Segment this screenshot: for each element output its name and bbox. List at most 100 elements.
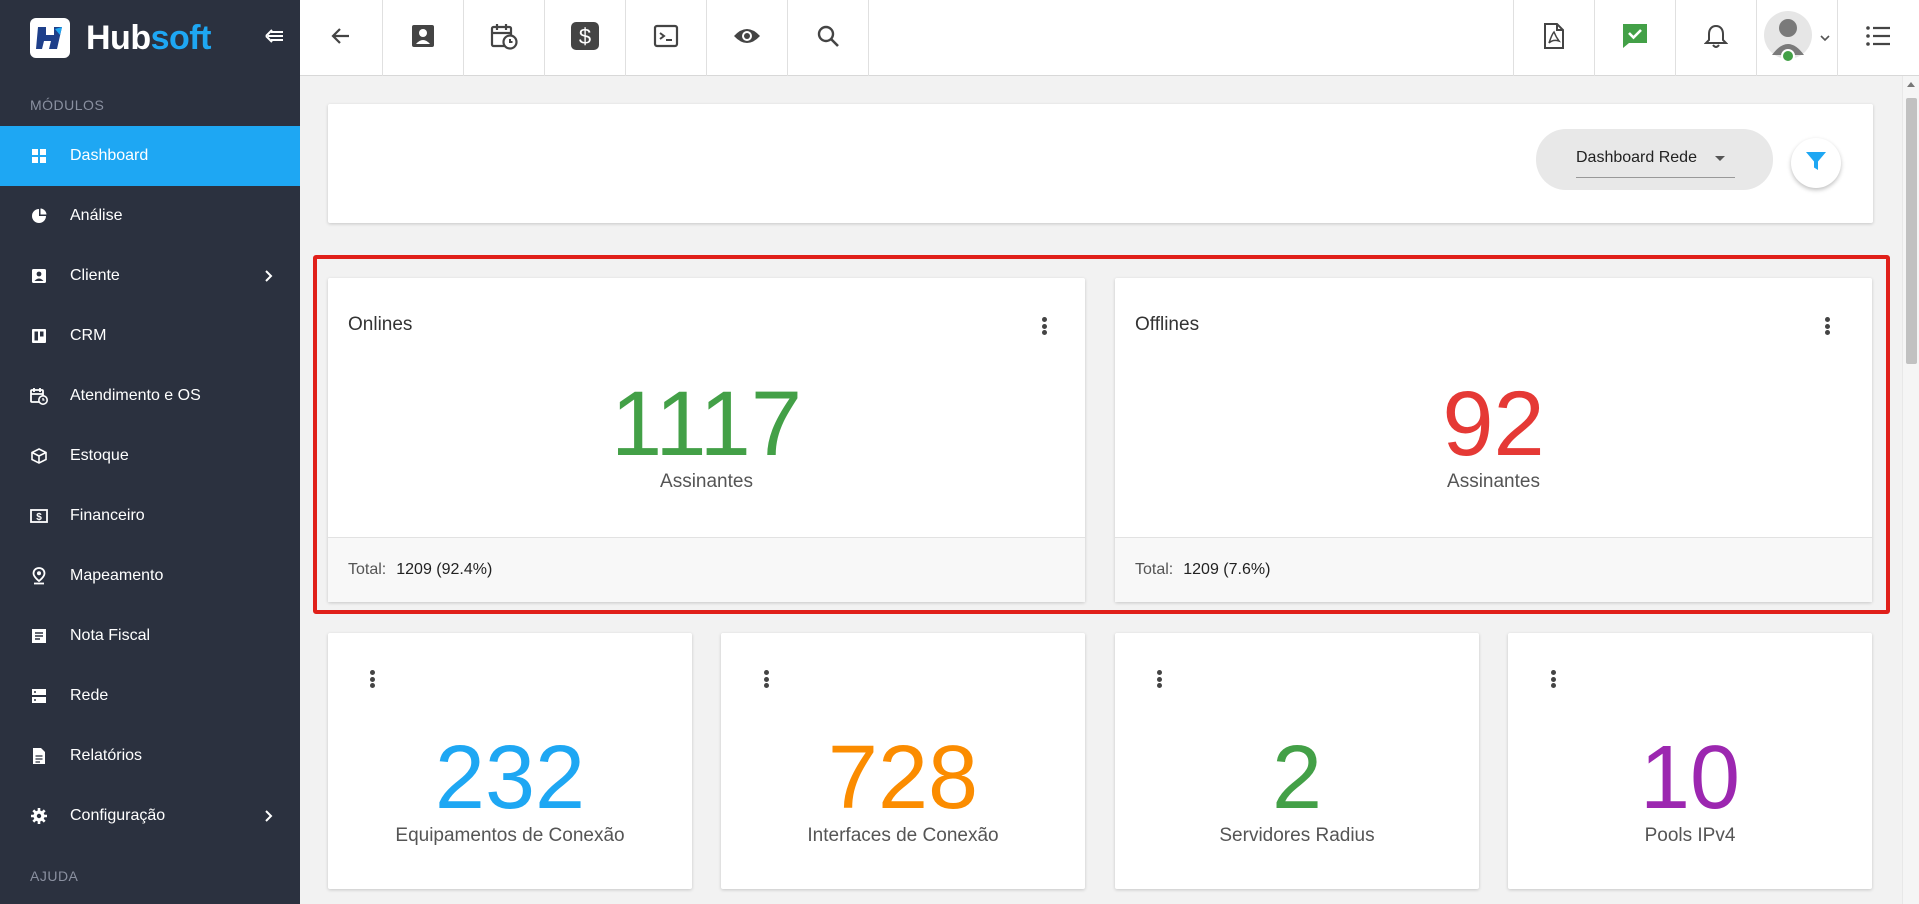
tasks-button[interactable] <box>1594 0 1675 76</box>
select-underline <box>1576 177 1735 178</box>
highlight-box <box>313 255 1890 614</box>
radius-servers-card: 2 Servidores Radius <box>1115 633 1479 889</box>
sidebar-item-label: Cliente <box>70 267 120 284</box>
ipv4-pools-card: 10 Pools IPv4 <box>1508 633 1872 889</box>
search-icon <box>816 24 840 53</box>
sidebar-item-mapeamento[interactable]: Mapeamento <box>0 546 300 606</box>
back-arrow-icon <box>329 24 353 53</box>
scroll-up-arrow-icon[interactable] <box>1907 82 1915 87</box>
brand[interactable]: Hubsoft <box>0 0 300 76</box>
more-options-icon[interactable] <box>1149 667 1169 691</box>
sidebar-item-label: Nota Fiscal <box>70 627 151 644</box>
chevron-right-icon <box>260 268 276 284</box>
sidebar-item-nota-fiscal[interactable]: Nota Fiscal <box>0 606 300 666</box>
map-pin-icon <box>30 567 48 585</box>
section-modulos-label: MÓDULOS <box>30 97 105 113</box>
collapse-sidebar-icon[interactable] <box>262 24 286 48</box>
sidebar-item-label: Relatórios <box>70 747 143 764</box>
cube-icon <box>30 447 48 465</box>
sidebar-item-crm[interactable]: CRM <box>0 306 300 366</box>
notifications-button[interactable] <box>1675 0 1756 76</box>
dashboard-filter-card: Dashboard Rede <box>328 104 1873 223</box>
contact-card-icon <box>30 267 48 285</box>
pools-count: 10 <box>1639 728 1741 828</box>
equipment-label: Equipamentos de Conexão <box>395 825 625 846</box>
sidebar-item-configuracao[interactable]: Configuração <box>0 786 300 846</box>
topbar: $ <box>300 0 1919 76</box>
dashboard-icon <box>30 147 48 165</box>
terminal-shortcut-button[interactable] <box>626 0 707 76</box>
brand-name: Hubsoft <box>86 19 211 58</box>
document-icon <box>30 747 48 765</box>
svg-text:$: $ <box>36 512 42 523</box>
terminal-icon <box>653 23 679 54</box>
sidebar: Hubsoft MÓDULOS Dashboard Análise Client… <box>0 0 300 904</box>
sidebar-item-label: Mapeamento <box>70 567 164 584</box>
section-ajuda-label: AJUDA <box>30 868 79 884</box>
brand-name-soft: soft <box>150 18 212 57</box>
clients-shortcut-button[interactable] <box>383 0 464 76</box>
gear-icon <box>30 807 48 825</box>
svg-text:$: $ <box>579 24 591 49</box>
options-menu-button[interactable] <box>1837 0 1918 76</box>
filter-funnel-icon <box>1804 149 1828 178</box>
radius-label: Servidores Radius <box>1219 825 1375 846</box>
user-avatar <box>1764 9 1816 68</box>
trello-board-icon <box>30 327 48 345</box>
receipt-icon <box>30 627 48 645</box>
sidebar-item-estoque[interactable]: Estoque <box>0 426 300 486</box>
brand-name-hub: Hub <box>86 18 151 57</box>
list-icon <box>1865 25 1891 52</box>
sidebar-item-cliente[interactable]: Cliente <box>0 246 300 306</box>
pdf-button[interactable] <box>1513 0 1594 76</box>
interfaces-label: Interfaces de Conexão <box>807 825 999 846</box>
search-button[interactable] <box>788 0 869 76</box>
more-options-icon[interactable] <box>1543 667 1563 691</box>
sidebar-item-atendimento[interactable]: Atendimento e OS <box>0 366 300 426</box>
sidebar-item-financeiro[interactable]: $ Financeiro <box>0 486 300 546</box>
bell-icon <box>1703 23 1729 54</box>
eye-icon <box>733 26 761 51</box>
view-shortcut-button[interactable] <box>707 0 788 76</box>
calendar-clock-icon <box>490 22 518 55</box>
sidebar-item-label: Dashboard <box>70 147 149 164</box>
financial-shortcut-button[interactable]: $ <box>545 0 626 76</box>
chevron-down-icon <box>1820 29 1830 47</box>
pdf-icon <box>1543 22 1565 54</box>
connection-interfaces-card: 728 Interfaces de Conexão <box>721 633 1085 889</box>
sidebar-item-label: Rede <box>70 687 109 704</box>
sidebar-menu: Dashboard Análise Cliente CRM Atendiment… <box>0 126 300 846</box>
schedule-shortcut-button[interactable] <box>464 0 545 76</box>
pie-chart-icon <box>30 207 48 225</box>
connection-equipment-card: 232 Equipamentos de Conexão <box>328 633 692 889</box>
contact-card-icon <box>410 23 436 54</box>
filter-button[interactable] <box>1791 138 1841 188</box>
check-message-icon <box>1621 22 1649 55</box>
scroll-thumb[interactable] <box>1906 98 1917 364</box>
sidebar-item-label: Análise <box>70 207 123 224</box>
caret-down-icon <box>1715 156 1725 161</box>
pools-label: Pools IPv4 <box>1644 825 1736 846</box>
sidebar-item-dashboard[interactable]: Dashboard <box>0 126 300 186</box>
more-options-icon[interactable] <box>756 667 776 691</box>
sidebar-item-label: Financeiro <box>70 507 145 524</box>
sidebar-item-rede[interactable]: Rede <box>0 666 300 726</box>
sidebar-item-analise[interactable]: Análise <box>0 186 300 246</box>
equipment-count: 232 <box>434 728 586 828</box>
more-options-icon[interactable] <box>362 667 382 691</box>
page-scrollbar[interactable] <box>1902 76 1919 904</box>
chevron-right-icon <box>260 808 276 824</box>
calendar-clock-icon <box>30 387 48 405</box>
back-button[interactable] <box>300 0 383 76</box>
sidebar-item-label: Configuração <box>70 807 166 824</box>
sidebar-item-relatorios[interactable]: Relatórios <box>0 726 300 786</box>
sidebar-item-label: Estoque <box>70 447 129 464</box>
user-menu-button[interactable] <box>1756 0 1837 76</box>
radius-count: 2 <box>1271 728 1323 828</box>
sidebar-item-label: CRM <box>70 327 107 344</box>
sidebar-item-label: Atendimento e OS <box>70 387 201 404</box>
dashboard-select-value: Dashboard Rede <box>1576 149 1697 166</box>
dollar-bill-icon: $ <box>30 507 48 525</box>
dashboard-select[interactable]: Dashboard Rede <box>1536 129 1773 190</box>
dollar-icon: $ <box>570 21 600 56</box>
